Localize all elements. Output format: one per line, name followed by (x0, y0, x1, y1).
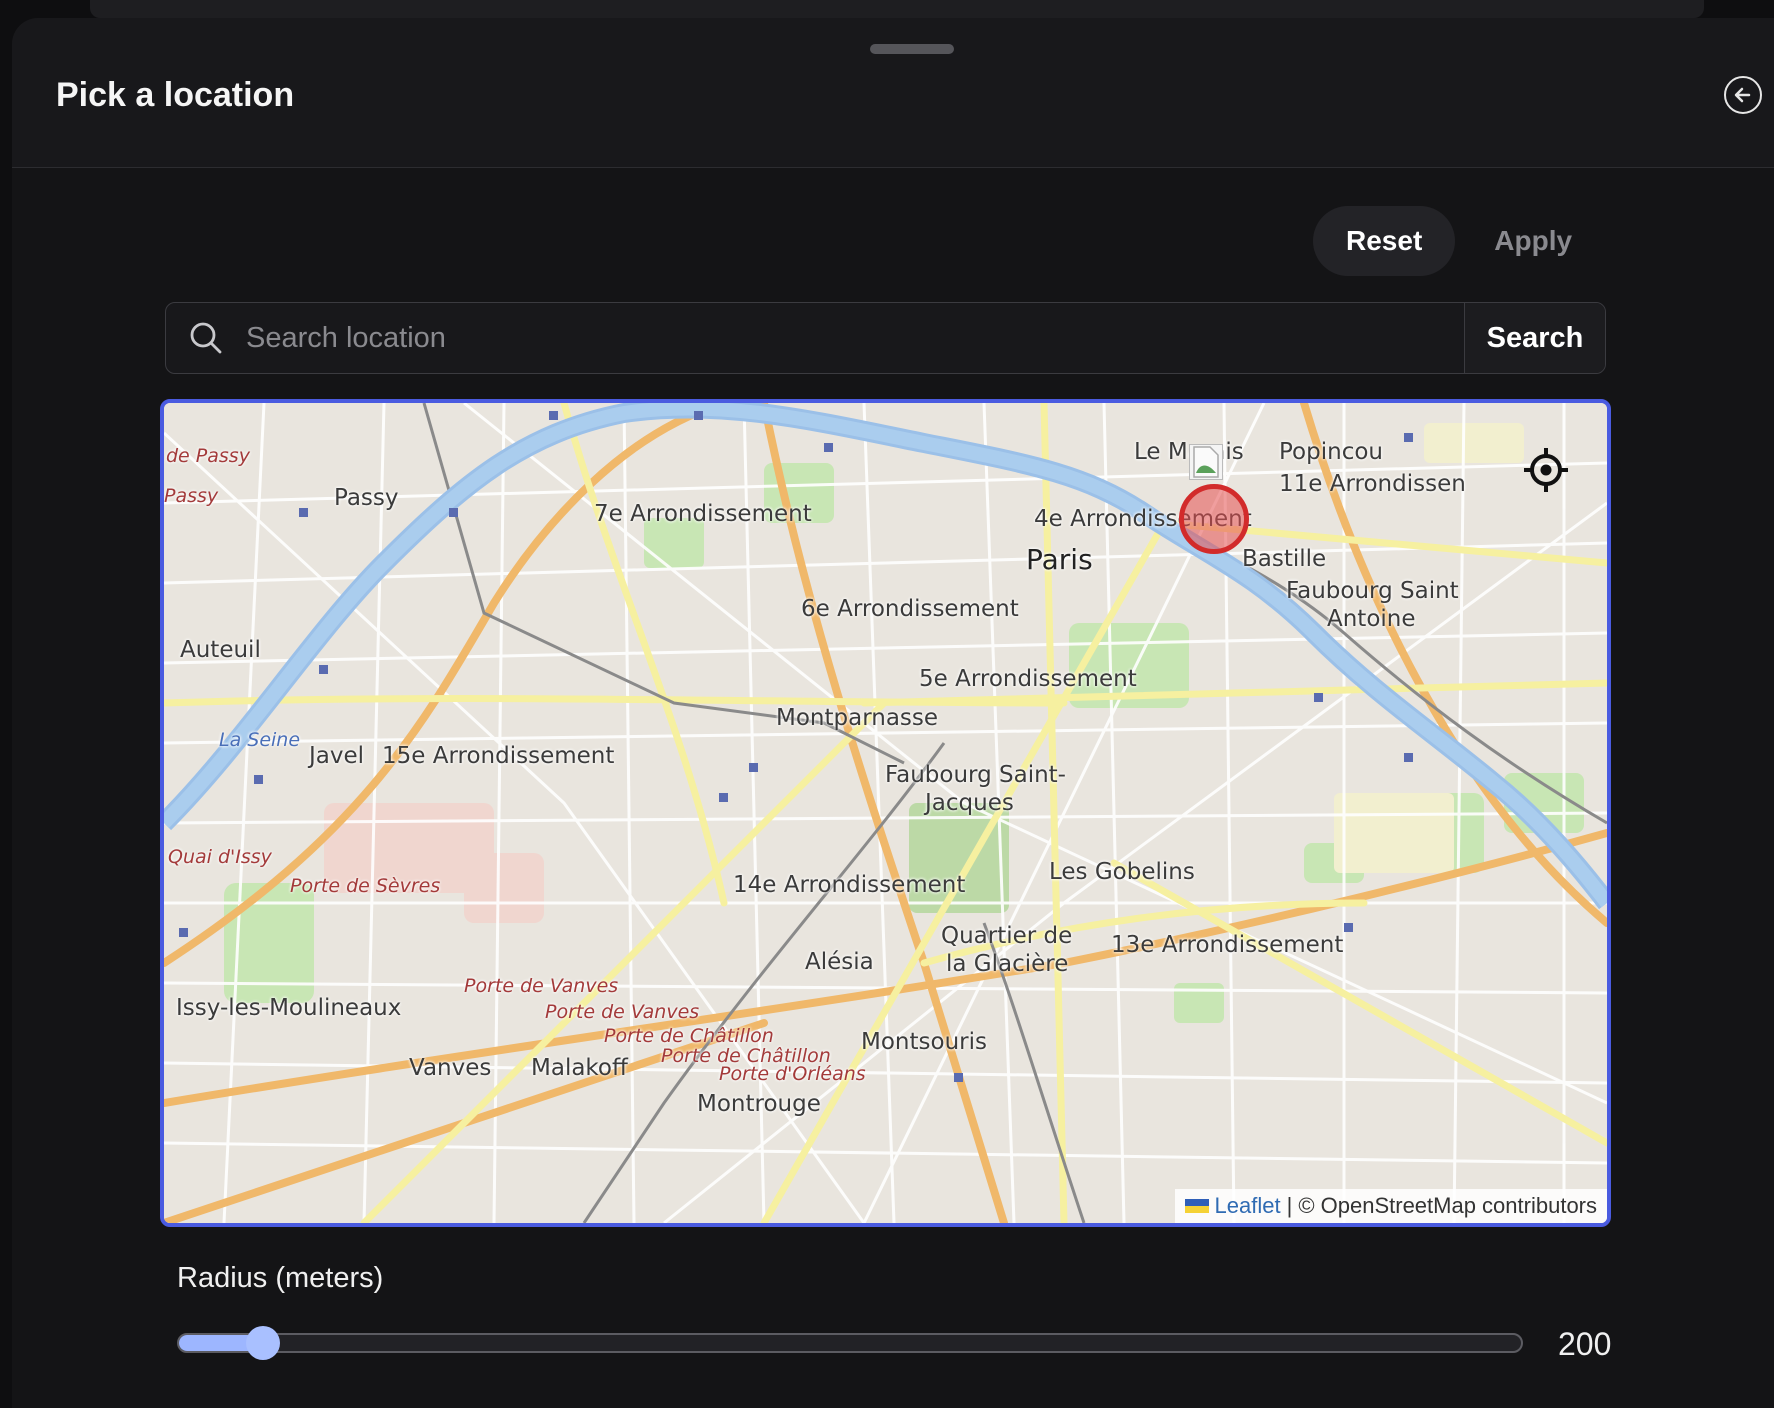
map-label: 13e Arrondissement (1111, 932, 1344, 958)
back-button[interactable] (1724, 76, 1762, 114)
reset-button[interactable]: Reset (1313, 206, 1456, 276)
map-label: Auteuil (180, 637, 261, 663)
map-label: Montsouris (861, 1029, 987, 1055)
search-button[interactable]: Search (1464, 303, 1605, 373)
map-label: Porte de Vanves (545, 1001, 700, 1023)
map-label: Porte de Sèvres (290, 875, 441, 897)
map-label: 14e Arrondissement (733, 872, 966, 898)
search-bar: Search (165, 302, 1606, 374)
arrow-left-icon (1734, 87, 1751, 103)
slider-thumb[interactable] (246, 1326, 280, 1360)
broken-image-icon (1189, 444, 1223, 480)
map-label: Issy-les-Moulineaux (176, 995, 402, 1021)
action-bar: Reset Apply (1313, 206, 1605, 276)
search-icon (166, 303, 246, 373)
background-panel (90, 0, 1704, 18)
radius-label: Radius (meters) (177, 1262, 384, 1294)
map-label: la Glacière (946, 951, 1069, 977)
location-radius-marker[interactable] (1179, 484, 1249, 554)
map-label: Porte de Châtillon (604, 1025, 774, 1047)
map-label: Quartier de (941, 923, 1073, 949)
map-label: Antoine (1327, 606, 1416, 632)
map-label: Popincou (1279, 439, 1383, 465)
apply-button[interactable]: Apply (1461, 206, 1605, 276)
map-label: Faubourg Saint- (885, 762, 1066, 788)
osm-attribution[interactable]: © OpenStreetMap contributors (1298, 1193, 1597, 1219)
map-label: Malakoff (531, 1055, 628, 1081)
ukraine-flag-icon (1184, 1199, 1209, 1213)
map-label: Passy (164, 485, 219, 507)
map-label: Vanves (409, 1055, 492, 1081)
map-label: Alésia (805, 949, 874, 975)
leaflet-link[interactable]: Leaflet (1215, 1193, 1281, 1219)
map-label: Les Gobelins (1049, 859, 1195, 885)
map-label: Jacques (925, 790, 1014, 816)
map-label: 15e Arrondissement (382, 743, 615, 769)
crosshair-locate-icon[interactable] (1522, 446, 1570, 494)
attribution-separator: | (1286, 1193, 1293, 1218)
map-label: 11e Arrondissen (1279, 471, 1466, 497)
map-label: 5e Arrondissement (919, 666, 1137, 692)
map-label: Porte d'Orléans (719, 1063, 866, 1085)
radius-value: 200 (1558, 1326, 1612, 1362)
map-label: Bastille (1242, 546, 1327, 572)
map-label: Montrouge (697, 1091, 821, 1117)
map-label: Paris (1026, 543, 1093, 576)
map-label: La Seine (219, 729, 301, 751)
map-label: Passy (334, 485, 399, 511)
map-label: 7e Arrondissement (594, 501, 812, 527)
search-input[interactable] (246, 303, 1464, 373)
map-tiles[interactable] (164, 403, 1607, 1223)
map-label: Faubourg Saint (1286, 578, 1459, 604)
map-label: Montparnasse (776, 705, 939, 731)
sheet-header: Pick a location (12, 18, 1774, 168)
map-label: Javel (309, 743, 365, 769)
map-label: de Passy (166, 445, 250, 467)
page-title: Pick a location (56, 76, 295, 114)
map-label: Quai d'Issy (168, 846, 272, 868)
radius-slider[interactable] (177, 1326, 1523, 1360)
drag-handle[interactable] (870, 44, 954, 54)
map-attribution: Leaflet | © OpenStreetMap contributors (1174, 1189, 1607, 1223)
map-label: 6e Arrondissement (801, 596, 1019, 622)
map-view[interactable]: de Passy Passy Passy 7e Arrondissement L… (160, 399, 1611, 1227)
map-label: Porte de Vanves (464, 975, 619, 997)
